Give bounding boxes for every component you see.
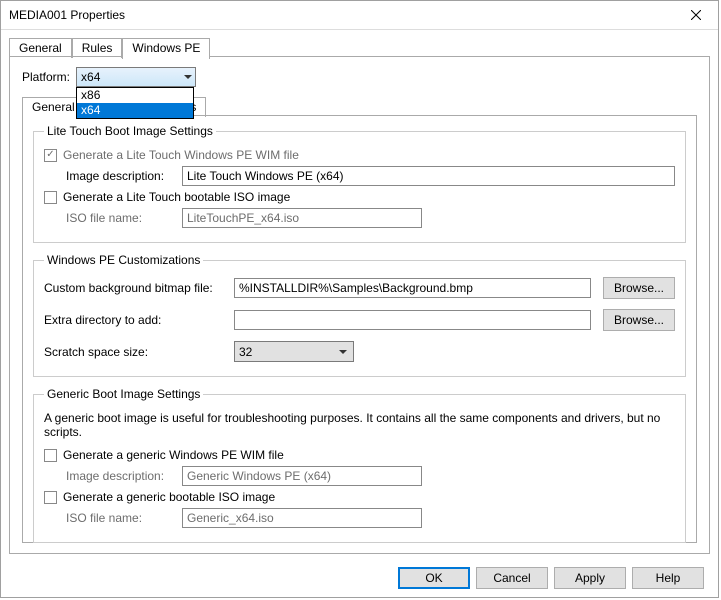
generic-iso-row: Generate a generic bootable ISO image <box>44 490 675 504</box>
extradir-input[interactable] <box>234 310 591 330</box>
apply-button[interactable]: Apply <box>554 567 626 589</box>
client-area: GeneralRulesWindows PE Platform: x64 x86… <box>1 30 718 559</box>
bg-input[interactable] <box>234 278 591 298</box>
generic-fieldset: Generic Boot Image Settings A generic bo… <box>33 387 686 543</box>
bg-label: Custom background bitmap file: <box>44 281 234 295</box>
lite-iso-checkbox[interactable] <box>44 191 57 204</box>
scratch-label: Scratch space size: <box>44 345 234 359</box>
top-tabs: GeneralRulesWindows PE <box>9 36 710 57</box>
lite-wim-checkbox[interactable]: ✓ <box>44 149 57 162</box>
window-title: MEDIA001 Properties <box>9 8 674 22</box>
sub-panel-general: Lite Touch Boot Image Settings ✓ Generat… <box>22 115 697 543</box>
extradir-label: Extra directory to add: <box>44 313 234 327</box>
platform-combo-list: x86 x64 <box>76 87 194 119</box>
ok-button[interactable]: OK <box>398 567 470 589</box>
platform-combo-box[interactable]: x64 <box>76 67 196 87</box>
generic-iso-label: Generate a generic bootable ISO image <box>63 490 275 504</box>
generic-wim-label: Generate a generic Windows PE WIM file <box>63 448 284 462</box>
lite-wim-label: Generate a Lite Touch Windows PE WIM fil… <box>63 148 299 162</box>
tab-windows-pe[interactable]: Windows PE <box>122 38 210 59</box>
scratch-select[interactable]: 32 <box>234 341 354 362</box>
generic-imgdesc-row: Image description: <box>44 466 675 486</box>
chevron-down-icon <box>339 350 347 354</box>
customizations-legend: Windows PE Customizations <box>44 253 203 267</box>
button-bar: OK Cancel Apply Help <box>1 559 718 597</box>
platform-combo-value: x64 <box>81 70 100 84</box>
help-button[interactable]: Help <box>632 567 704 589</box>
extradir-row: Extra directory to add: Browse... <box>44 309 675 331</box>
bg-row: Custom background bitmap file: Browse... <box>44 277 675 299</box>
generic-legend: Generic Boot Image Settings <box>44 387 203 401</box>
generic-imgdesc-label: Image description: <box>66 469 182 483</box>
close-button[interactable] <box>674 1 718 29</box>
chevron-down-icon <box>184 75 192 79</box>
lite-iso-row: Generate a Lite Touch bootable ISO image <box>44 190 675 204</box>
generic-note: A generic boot image is useful for troub… <box>44 411 675 439</box>
lite-isoname-input <box>182 208 422 228</box>
generic-wim-checkbox[interactable] <box>44 449 57 462</box>
generic-wim-row: Generate a generic Windows PE WIM file <box>44 448 675 462</box>
titlebar: MEDIA001 Properties <box>1 1 718 30</box>
close-icon <box>691 10 701 20</box>
cancel-button[interactable]: Cancel <box>476 567 548 589</box>
windows-pe-panel: Platform: x64 x86 x64 GeneralFeaturesatc… <box>9 56 710 554</box>
lite-imgdesc-row: Image description: <box>44 166 675 186</box>
tab-rules[interactable]: Rules <box>72 38 123 58</box>
extradir-browse-button[interactable]: Browse... <box>603 309 675 331</box>
tab-general[interactable]: General <box>9 38 72 58</box>
generic-iso-checkbox[interactable] <box>44 491 57 504</box>
platform-combo[interactable]: x64 x86 x64 <box>76 67 196 87</box>
lite-wim-row: ✓ Generate a Lite Touch Windows PE WIM f… <box>44 148 675 162</box>
platform-row: Platform: x64 x86 x64 <box>22 67 697 87</box>
lite-touch-legend: Lite Touch Boot Image Settings <box>44 124 216 138</box>
customizations-fieldset: Windows PE Customizations Custom backgro… <box>33 253 686 377</box>
lite-touch-fieldset: Lite Touch Boot Image Settings ✓ Generat… <box>33 124 686 243</box>
lite-isoname-label: ISO file name: <box>66 211 182 225</box>
lite-imgdesc-label: Image description: <box>66 169 182 183</box>
generic-imgdesc-input <box>182 466 422 486</box>
lite-iso-label: Generate a Lite Touch bootable ISO image <box>63 190 290 204</box>
generic-isoname-label: ISO file name: <box>66 511 182 525</box>
generic-isoname-input <box>182 508 422 528</box>
lite-isoname-row: ISO file name: <box>44 208 675 228</box>
bg-browse-button[interactable]: Browse... <box>603 277 675 299</box>
generic-isoname-row: ISO file name: <box>44 508 675 528</box>
platform-option-x86[interactable]: x86 <box>77 88 193 103</box>
lite-imgdesc-input[interactable] <box>182 166 675 186</box>
scratch-value: 32 <box>239 345 252 359</box>
platform-option-x64[interactable]: x64 <box>77 103 193 118</box>
properties-window: MEDIA001 Properties GeneralRulesWindows … <box>0 0 719 598</box>
scratch-row: Scratch space size: 32 <box>44 341 675 362</box>
platform-label: Platform: <box>22 70 70 84</box>
